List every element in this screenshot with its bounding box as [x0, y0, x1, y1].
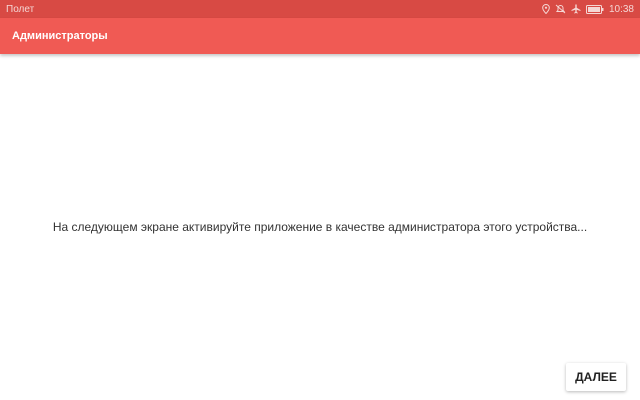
- main-content: На следующем экране активируйте приложен…: [0, 54, 640, 400]
- status-left: Полет: [6, 4, 34, 15]
- page-title: Администраторы: [12, 30, 108, 42]
- battery-icon: [585, 4, 604, 14]
- location-icon: [542, 4, 550, 14]
- app-bar: Администраторы: [0, 18, 640, 54]
- airplane-mode-icon: [571, 4, 581, 14]
- status-bar: Полет 10:38: [0, 0, 640, 18]
- instruction-message: На следующем экране активируйте приложен…: [52, 220, 588, 234]
- status-right: 10:38: [542, 4, 634, 15]
- carrier-label: Полет: [6, 3, 35, 15]
- next-button[interactable]: ДАЛЕЕ: [566, 363, 626, 391]
- status-time: 10:38: [608, 3, 634, 15]
- do-not-disturb-icon: [555, 4, 566, 14]
- screen: Полет 10:38 Администраторы На следующем …: [0, 0, 640, 400]
